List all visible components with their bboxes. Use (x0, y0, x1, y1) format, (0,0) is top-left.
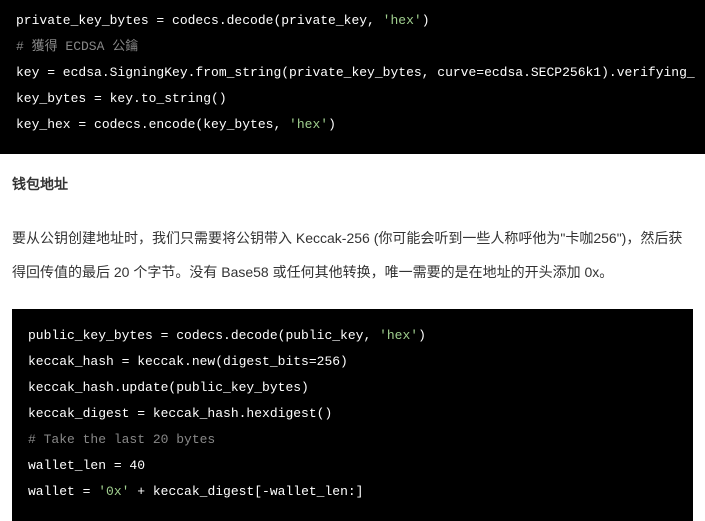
code-text: key_hex = codecs.encode(key_bytes, (16, 117, 289, 132)
code-text: public_key_bytes = codecs.decode(public_… (28, 328, 379, 343)
code-string: 'hex' (289, 117, 328, 132)
code-text: private_key_bytes = codecs.decode(privat… (16, 13, 383, 28)
code-string: '0x' (98, 484, 129, 499)
code-text: + keccak_digest[-wallet_len:] (129, 484, 363, 499)
code-line: keccak_hash = keccak.new(digest_bits=256… (28, 349, 677, 375)
text-section: 钱包地址 要从公钥创建地址时，我们只需要将公钥带入 Keccak-256 (你可… (0, 154, 705, 309)
code-text: ) (328, 117, 336, 132)
code-text: ) (422, 13, 430, 28)
code-block-1: private_key_bytes = codecs.decode(privat… (0, 0, 705, 154)
code-text: ) (418, 328, 426, 343)
code-line: key = ecdsa.SigningKey.from_string(priva… (16, 60, 689, 86)
code-comment: # 獲得 ECDSA 公鑰 (16, 34, 689, 60)
code-line: keccak_hash.update(public_key_bytes) (28, 375, 677, 401)
code-line: public_key_bytes = codecs.decode(public_… (28, 323, 677, 349)
code-line: keccak_digest = keccak_hash.hexdigest() (28, 401, 677, 427)
code-string: 'hex' (383, 13, 422, 28)
section-heading: 钱包地址 (12, 174, 693, 194)
code-line: key_hex = codecs.encode(key_bytes, 'hex'… (16, 112, 689, 138)
code-text: wallet = (28, 484, 98, 499)
code-line: key_bytes = key.to_string() (16, 86, 689, 112)
code-comment: # Take the last 20 bytes (28, 427, 677, 453)
section-paragraph: 要从公钥创建地址时，我们只需要将公钥带入 Keccak-256 (你可能会听到一… (12, 222, 693, 289)
code-line: private_key_bytes = codecs.decode(privat… (16, 8, 689, 34)
code-block-2: public_key_bytes = codecs.decode(public_… (12, 309, 693, 521)
code-line: wallet = '0x' + keccak_digest[-wallet_le… (28, 479, 677, 505)
code-line: wallet_len = 40 (28, 453, 677, 479)
code-string: 'hex' (379, 328, 418, 343)
